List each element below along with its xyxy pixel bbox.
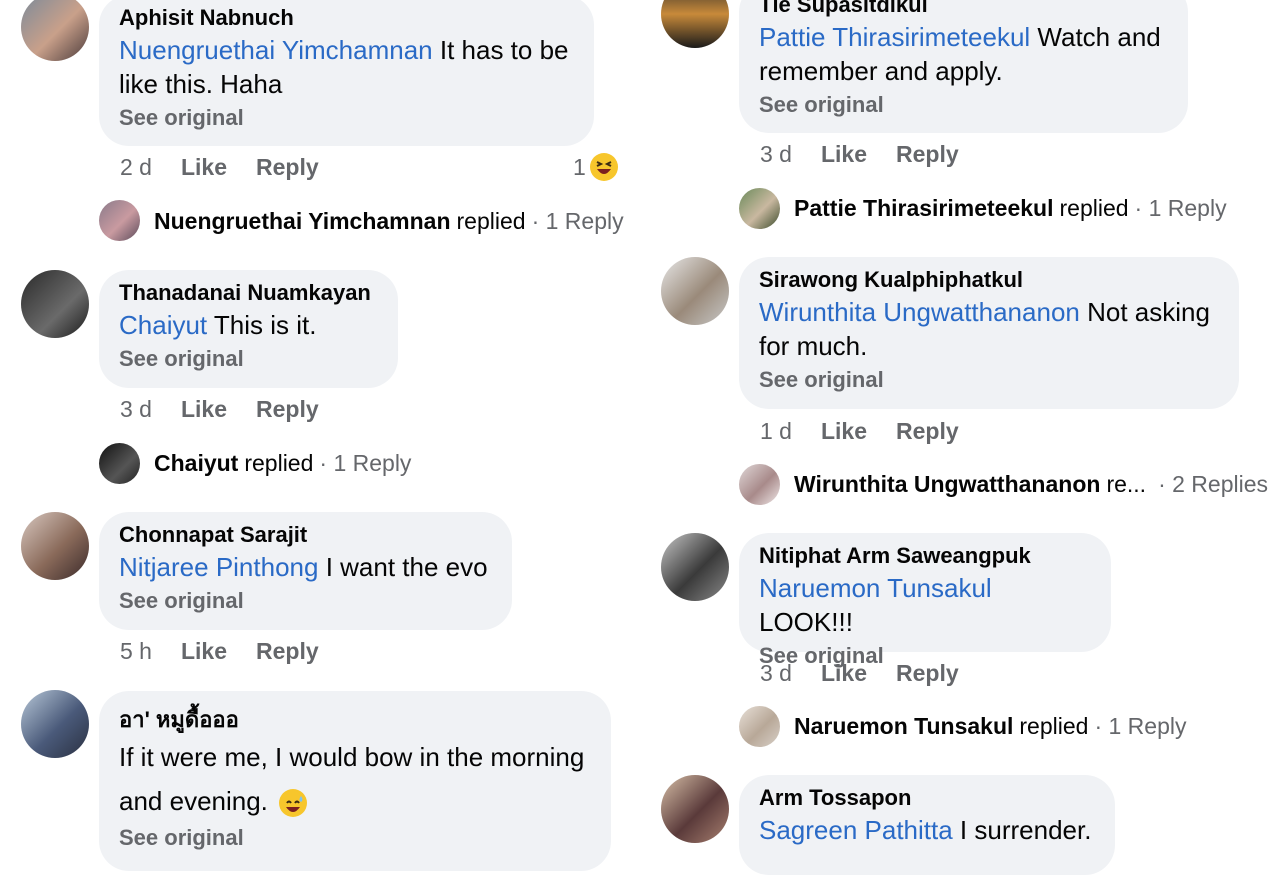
comment-text: Pattie Thirasirimeteekul Watch and rememb… xyxy=(759,22,1161,86)
comment-author[interactable]: Thanadanai Nuamkayan xyxy=(119,278,378,308)
comment-text: Nitjaree Pinthong I want the evo xyxy=(119,552,488,582)
comment-text: Wirunthita Ungwatthananon Not asking for … xyxy=(759,297,1210,361)
like-button[interactable]: Like xyxy=(821,141,867,168)
comment-actions: 3 d Like Reply xyxy=(120,393,348,425)
reply-count: · 1 Reply xyxy=(531,207,624,234)
see-original-link[interactable]: See original xyxy=(119,586,492,616)
view-replies-link[interactable]: Chaiyut replied · 1 Reply xyxy=(154,447,411,479)
avatar[interactable] xyxy=(739,706,780,747)
avatar[interactable] xyxy=(21,690,89,758)
reply-verb: replied xyxy=(1059,194,1129,221)
comment-actions: 1 d Like Reply xyxy=(760,415,988,447)
reaction-count: 1 xyxy=(573,153,586,180)
comment-actions: 3 d Like Reply xyxy=(760,657,988,689)
view-replies-link[interactable]: Nuengruethai Yimchamnan replied · 1 Repl… xyxy=(154,205,624,237)
avatar[interactable] xyxy=(21,512,89,580)
comment-actions: 3 d Like Reply xyxy=(760,138,988,170)
comment-text: If it were me, I would bow in the mornin… xyxy=(119,742,585,818)
reply-count: · 1 Reply xyxy=(319,449,412,476)
reply-button[interactable]: Reply xyxy=(256,396,319,423)
avatar[interactable] xyxy=(661,257,729,325)
reply-verb: re... xyxy=(1106,470,1147,497)
mention-link[interactable]: Wirunthita Ungwatthananon xyxy=(759,297,1080,327)
avatar[interactable] xyxy=(21,270,89,338)
reply-author: Naruemon Tunsakul xyxy=(794,712,1014,739)
reply-author: Wirunthita Ungwatthananon xyxy=(794,470,1101,497)
comment-bubble: Nitiphat Arm Saweangpuk Naruemon Tunsaku… xyxy=(739,533,1111,668)
see-original-link[interactable]: See original xyxy=(759,365,1219,395)
comment-author[interactable]: Tle Supasitdikul xyxy=(759,0,1168,20)
sweat-smile-emoji-icon xyxy=(279,789,308,818)
see-original-link[interactable]: See original xyxy=(119,103,574,133)
comment-bubble: Sirawong Kualphiphatkul Wirunthita Ungwa… xyxy=(739,257,1239,409)
comment-author[interactable]: Aphisit Nabnuch xyxy=(119,3,574,33)
avatar[interactable] xyxy=(661,533,729,601)
comment-author[interactable]: อา' หมูดื้อออ xyxy=(119,705,591,735)
comment-bubble: Arm Tossapon Sagreen Pathitta I surrende… xyxy=(739,775,1115,875)
like-button[interactable]: Like xyxy=(821,660,867,687)
reply-author: Nuengruethai Yimchamnan xyxy=(154,207,451,234)
reaction-summary[interactable]: 1 xyxy=(573,151,618,183)
mention-link[interactable]: Sagreen Pathitta xyxy=(759,815,953,845)
comment-author[interactable]: Nitiphat Arm Saweangpuk xyxy=(759,541,1091,571)
avatar[interactable] xyxy=(21,0,89,61)
reply-verb: replied xyxy=(1019,712,1089,739)
like-button[interactable]: Like xyxy=(181,154,227,181)
comment-bubble: อา' หมูดื้อออ If it were me, I would bow… xyxy=(99,691,611,871)
view-replies-link[interactable]: Naruemon Tunsakul replied · 1 Reply xyxy=(794,710,1186,742)
reply-count: · 2 Replies xyxy=(1158,470,1268,497)
comment-author[interactable]: Sirawong Kualphiphatkul xyxy=(759,265,1219,295)
mention-link[interactable]: Nitjaree Pinthong xyxy=(119,552,318,582)
view-replies-link[interactable]: Wirunthita Ungwatthananon re... · 2 Repl… xyxy=(794,468,1268,500)
see-original-link[interactable]: See original xyxy=(119,823,591,853)
reply-verb: replied xyxy=(456,207,526,234)
reply-author: Pattie Thirasirimeteekul xyxy=(794,194,1054,221)
comment-time[interactable]: 3 d xyxy=(760,660,792,687)
reply-button[interactable]: Reply xyxy=(896,141,959,168)
comment-time[interactable]: 1 d xyxy=(760,418,792,445)
comment-time[interactable]: 3 d xyxy=(760,141,792,168)
reply-button[interactable]: Reply xyxy=(896,418,959,445)
mention-link[interactable]: Pattie Thirasirimeteekul xyxy=(759,22,1030,52)
comment-time[interactable]: 5 h xyxy=(120,638,152,665)
comment-text: Naruemon Tunsakul LOOK!!! xyxy=(759,573,992,637)
laughing-emoji-icon xyxy=(589,153,618,181)
reply-button[interactable]: Reply xyxy=(256,154,319,181)
like-button[interactable]: Like xyxy=(181,396,227,423)
view-replies-link[interactable]: Pattie Thirasirimeteekul replied · 1 Rep… xyxy=(794,192,1227,224)
comment-text: Chaiyut This is it. xyxy=(119,310,317,340)
comment-bubble: Thanadanai Nuamkayan Chaiyut This is it.… xyxy=(99,270,398,388)
comment-actions: 2 d Like Reply xyxy=(120,151,348,183)
avatar[interactable] xyxy=(661,775,729,843)
comment-bubble: Chonnapat Sarajit Nitjaree Pinthong I wa… xyxy=(99,512,512,630)
like-button[interactable]: Like xyxy=(821,418,867,445)
reply-button[interactable]: Reply xyxy=(896,660,959,687)
avatar[interactable] xyxy=(661,0,729,48)
reply-count: · 1 Reply xyxy=(1134,194,1227,221)
comment-actions: 5 h Like Reply xyxy=(120,635,348,667)
comment-bubble: Aphisit Nabnuch Nuengruethai Yimchamnan … xyxy=(99,0,594,146)
mention-link[interactable]: Chaiyut xyxy=(119,310,207,340)
reply-verb: replied xyxy=(244,449,314,476)
see-original-link[interactable]: See original xyxy=(759,90,1168,120)
reply-button[interactable]: Reply xyxy=(256,638,319,665)
comment-bubble: Tle Supasitdikul Pattie Thirasirimeteeku… xyxy=(739,0,1188,133)
comment-time[interactable]: 3 d xyxy=(120,396,152,423)
see-original-link[interactable]: See original xyxy=(119,344,378,374)
avatar[interactable] xyxy=(739,188,780,229)
avatar[interactable] xyxy=(99,443,140,484)
comment-author[interactable]: Arm Tossapon xyxy=(759,783,1095,813)
mention-link[interactable]: Nuengruethai Yimchamnan xyxy=(119,35,433,65)
comment-time[interactable]: 2 d xyxy=(120,154,152,181)
comment-text: Sagreen Pathitta I surrender. xyxy=(759,815,1092,845)
reply-author: Chaiyut xyxy=(154,449,239,476)
avatar[interactable] xyxy=(739,464,780,505)
like-button[interactable]: Like xyxy=(181,638,227,665)
reply-count: · 1 Reply xyxy=(1094,712,1187,739)
mention-link[interactable]: Naruemon Tunsakul xyxy=(759,573,992,603)
avatar[interactable] xyxy=(99,200,140,241)
comment-text: Nuengruethai Yimchamnan It has to be like… xyxy=(119,35,569,99)
comment-author[interactable]: Chonnapat Sarajit xyxy=(119,520,492,550)
